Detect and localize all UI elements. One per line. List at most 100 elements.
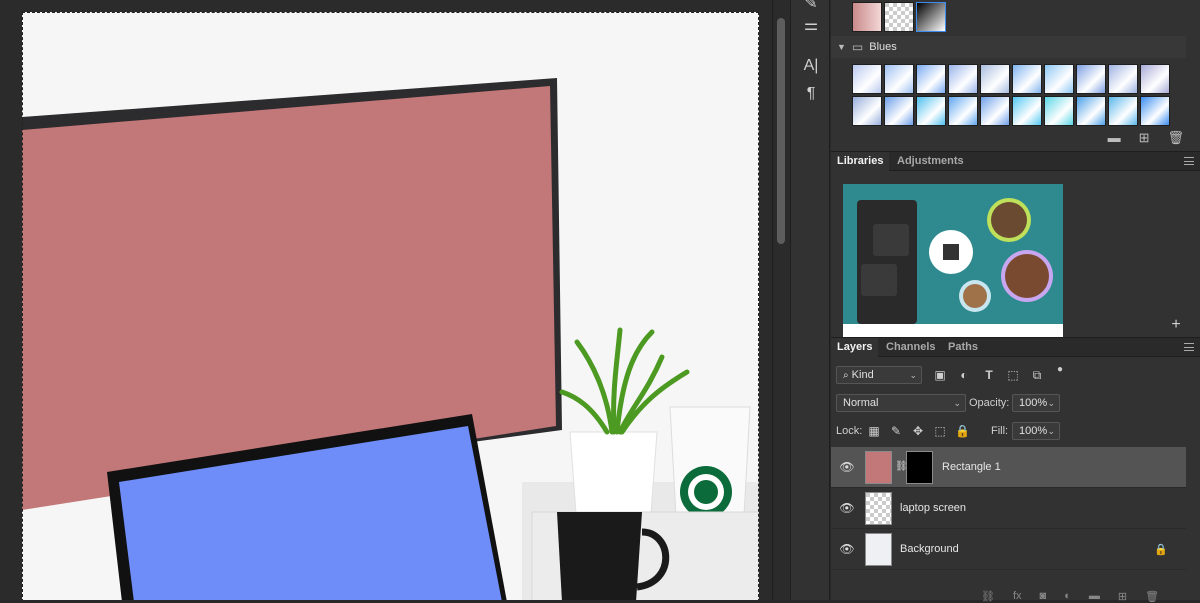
tab-libraries[interactable]: Libraries — [831, 152, 889, 171]
right-panels: ▼ ▭ Blues ▬ ⊞ 🗑 Libraries Adjustments + — [831, 0, 1200, 600]
panel-menu-icon[interactable] — [1184, 157, 1194, 165]
character-icon[interactable]: A| — [799, 54, 823, 78]
fill-value: 100% — [1019, 425, 1047, 437]
mask-icon[interactable]: ◙ — [1040, 590, 1047, 603]
visibility-eye-icon[interactable]: 👁 — [839, 541, 855, 557]
gradient-swatch[interactable] — [1108, 64, 1138, 94]
layers-bottom-actions: ⛓ fx ◙ ◐ ▬ ⊞ 🗑 — [981, 590, 1159, 603]
lock-icon: 🔒 — [1154, 543, 1168, 556]
chevron-down-icon: ⌄ — [953, 395, 961, 411]
tab-adjustments[interactable]: Adjustments — [891, 152, 970, 171]
opacity-value: 100% — [1019, 397, 1047, 409]
tab-layers[interactable]: Layers — [831, 338, 878, 357]
canvas-scrollbar[interactable] — [772, 0, 790, 600]
filter-smart-object-icon[interactable]: ⧉ — [1030, 368, 1044, 382]
gradient-swatch[interactable] — [852, 96, 882, 126]
filter-toggle-icon[interactable]: ● — [1053, 363, 1067, 377]
filter-shape-icon[interactable]: ⬚ — [1006, 368, 1020, 382]
new-group-icon[interactable]: ▬ — [1089, 590, 1100, 603]
group-label: Blues — [869, 41, 897, 53]
gradient-swatch[interactable] — [1044, 96, 1074, 126]
add-icon[interactable]: + — [1169, 318, 1183, 332]
layer-filter-kind[interactable]: ⌕ Kind ⌄ — [836, 366, 922, 384]
gradient-swatch[interactable] — [948, 64, 978, 94]
opacity-label: Opacity: — [969, 397, 1009, 409]
gradient-swatch[interactable] — [1012, 64, 1042, 94]
fill-input[interactable]: 100% ⌄ — [1012, 422, 1060, 440]
chevron-down-icon: ⌄ — [1047, 423, 1055, 439]
filter-type-icon[interactable]: T — [982, 368, 996, 382]
layer-thumbnail — [865, 533, 892, 566]
gradient-swatch[interactable] — [1076, 64, 1106, 94]
tab-paths[interactable]: Paths — [942, 338, 984, 357]
lock-position-icon[interactable]: ✥ — [911, 424, 925, 438]
layer-thumbnail — [865, 451, 892, 484]
canvas-area[interactable] — [0, 0, 772, 600]
gradient-swatch[interactable] — [852, 2, 882, 32]
gradient-swatch[interactable] — [980, 96, 1010, 126]
layer-row-laptop-screen[interactable]: 👁 laptop screen — [831, 488, 1186, 529]
layer-name[interactable]: laptop screen — [900, 502, 966, 514]
panel-toolstrip: ✎ ⚌ A| ¶ — [790, 0, 830, 600]
libraries-tabbar: Libraries Adjustments — [831, 151, 1200, 171]
layer-row-rectangle-1[interactable]: 👁 ⛓ Rectangle 1 — [831, 447, 1186, 488]
lock-artboard-icon[interactable]: ⬚ — [933, 424, 947, 438]
layer-row-background[interactable]: 👁 Background 🔒 — [831, 529, 1186, 570]
gradient-swatch[interactable] — [852, 64, 882, 94]
fx-icon[interactable]: fx — [1013, 590, 1022, 603]
chevron-down-icon: ▼ — [837, 42, 846, 52]
kind-label: Kind — [852, 369, 874, 381]
link-layers-icon[interactable]: ⛓ — [981, 590, 995, 603]
filter-adjustment-icon[interactable]: ◐ — [957, 368, 971, 382]
gradient-swatch[interactable] — [916, 64, 946, 94]
gradient-group-blues[interactable]: ▼ ▭ Blues — [831, 36, 1186, 58]
blend-mode-select[interactable]: Normal ⌄ — [836, 394, 966, 412]
gradient-swatch[interactable] — [1108, 96, 1138, 126]
lock-transparent-icon[interactable]: ▦ — [867, 424, 881, 438]
layer-name[interactable]: Background — [900, 543, 959, 555]
gradient-swatch[interactable] — [948, 96, 978, 126]
folder-icon: ▭ — [852, 40, 863, 54]
lock-image-icon[interactable]: ✎ — [889, 424, 903, 438]
lock-label: Lock: — [836, 425, 862, 437]
new-gradient-icon[interactable]: ⊞ — [1139, 130, 1150, 146]
visibility-eye-icon[interactable]: 👁 — [839, 459, 855, 475]
new-group-icon[interactable]: ▬ — [1108, 130, 1121, 146]
gradient-swatch[interactable] — [916, 96, 946, 126]
layer-name[interactable]: Rectangle 1 — [942, 461, 1001, 473]
gradient-swatch[interactable] — [1140, 64, 1170, 94]
chevron-down-icon: ⌄ — [909, 367, 917, 383]
gradient-panel-actions: ▬ ⊞ 🗑 — [1108, 130, 1184, 146]
gradient-swatch[interactable] — [1140, 96, 1170, 126]
gradient-swatch[interactable] — [884, 64, 914, 94]
opacity-input[interactable]: 100% ⌄ — [1012, 394, 1060, 412]
libraries-promo-card[interactable] — [843, 184, 1063, 337]
visibility-eye-icon[interactable]: 👁 — [839, 500, 855, 516]
scrollbar-thumb[interactable] — [777, 18, 785, 244]
chevron-down-icon: ⌄ — [1047, 395, 1055, 411]
gradient-swatch[interactable] — [1044, 64, 1074, 94]
trash-icon[interactable]: 🗑 — [1145, 590, 1159, 603]
adjustment-layer-icon[interactable]: ◐ — [1064, 590, 1071, 603]
document-canvas[interactable] — [22, 12, 759, 600]
new-layer-icon[interactable]: ⊞ — [1118, 590, 1127, 603]
filter-pixel-icon[interactable]: ▣ — [933, 368, 947, 382]
gradient-swatch[interactable] — [884, 96, 914, 126]
panel-menu-icon[interactable] — [1184, 343, 1194, 351]
gradient-swatch-selected[interactable] — [916, 2, 946, 32]
blend-mode-value: Normal — [843, 397, 878, 409]
gradient-swatch[interactable] — [980, 64, 1010, 94]
gradient-swatch[interactable] — [1076, 96, 1106, 126]
trash-icon[interactable]: 🗑 — [1167, 130, 1184, 146]
gradient-swatch[interactable] — [884, 2, 914, 32]
libraries-illustration — [843, 184, 1063, 324]
adjust-sliders-icon[interactable]: ⚌ — [799, 14, 823, 38]
lock-all-icon[interactable]: 🔒 — [955, 424, 969, 438]
layers-tabbar: Layers Channels Paths — [831, 337, 1200, 357]
layer-thumbnail — [865, 492, 892, 525]
fill-label: Fill: — [991, 425, 1008, 437]
paragraph-icon[interactable]: ¶ — [799, 82, 823, 106]
gradient-swatch[interactable] — [1012, 96, 1042, 126]
layer-mask-thumbnail[interactable] — [906, 451, 933, 484]
tab-channels[interactable]: Channels — [880, 338, 942, 357]
